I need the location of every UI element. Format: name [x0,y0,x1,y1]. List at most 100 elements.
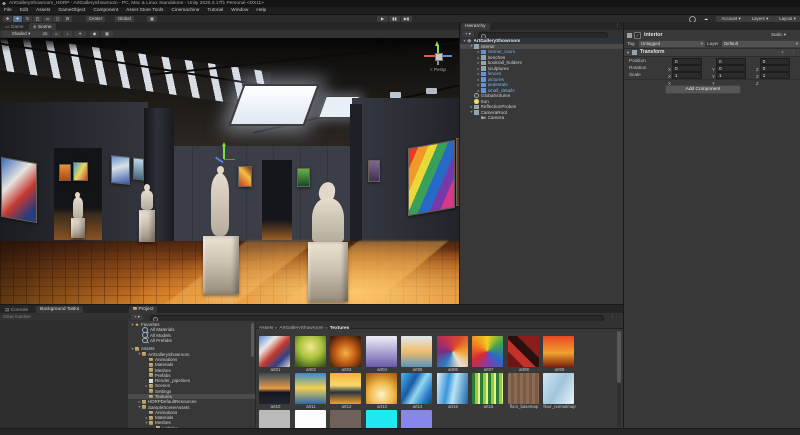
asset-thumbnail[interactable]: floor_normalmap [543,373,576,410]
clear-inactive-button[interactable]: Clear inactive [3,313,31,320]
object-name[interactable]: interior [644,32,663,38]
asset-thumbnail[interactable]: art12 [330,373,363,410]
asset-thumbnail[interactable]: art13 [366,373,399,410]
asset-thumbnail[interactable]: art15 [437,373,470,410]
scene-lighting-icon[interactable]: ☼ [52,31,61,37]
play-button[interactable]: ▶ [377,16,388,22]
asset-thumbnail[interactable] [295,410,328,428]
perspective-label[interactable]: < Persp [418,67,458,72]
ceiling-light[interactable] [426,88,437,94]
asset-thumbnail[interactable]: art07 [472,336,505,373]
layout-dropdown[interactable]: Layout ▾ [773,16,800,22]
hierarchy-menu-icon[interactable]: ⋮ [615,22,620,29]
asset-thumbnail[interactable] [366,410,399,428]
wall-painting[interactable] [368,160,380,182]
handle-space-toggle-button[interactable]: Global [115,16,134,22]
asset-thumbnail[interactable]: art11 [295,373,328,410]
menu-item[interactable]: GameObject [54,7,89,14]
custom-tool-icon[interactable]: ⚙ [63,16,72,22]
scene-grid-icon[interactable]: ▦ [101,31,113,37]
move-gizmo[interactable] [214,142,236,168]
wall-painting[interactable] [111,155,130,185]
menu-item[interactable]: Tutorial [203,7,227,14]
scale-y-field[interactable]: 1 [716,72,746,79]
rotation-z-field[interactable]: 0 [760,65,790,72]
asset-thumbnail[interactable]: art16 [472,373,505,410]
divider[interactable] [623,22,624,435]
menu-item[interactable]: Window [227,7,252,14]
menu-item[interactable]: Asset Store Tools [122,7,167,14]
layer-dropdown[interactable]: Default▾ [721,40,800,48]
wall-painting[interactable] [73,162,88,181]
transform-tool-icon[interactable]: ◻ [53,16,62,22]
wall-painting[interactable] [408,140,455,216]
skylight-main[interactable] [228,84,319,126]
view-orientation-gizmo[interactable]: < Persp [418,41,458,75]
divider[interactable] [459,22,460,305]
asset-thumbnail[interactable]: art09 [543,336,576,373]
2d-toggle-button[interactable]: 2D [40,31,50,37]
pivot-toggle-button[interactable]: Center [86,16,105,22]
layers-dropdown[interactable]: Layers ▾ [746,16,774,22]
asset-thumbnail[interactable]: art02 [295,336,328,373]
help-icon[interactable]: ? [781,49,784,56]
menu-item[interactable]: Edit [16,7,32,14]
x-axis-icon[interactable] [424,55,435,57]
scene-effects-icon[interactable]: ✦ [74,31,86,37]
scale-x-field[interactable]: 1 [672,72,702,79]
rect-tool-icon[interactable]: ▭ [43,16,52,22]
project-menu-icon[interactable]: ⋮ [610,313,615,320]
step-button[interactable]: ▶▮ [401,16,412,22]
wall-painting[interactable] [238,166,252,187]
sculpture-mid-left[interactable] [138,184,158,242]
rotate-tool-icon[interactable]: ↻ [23,16,32,22]
grid-scrollbar-thumb[interactable] [617,331,621,383]
menu-item[interactable]: File [0,7,16,14]
tab-scene[interactable]: ◈Scene [29,23,56,30]
sculpture-right-bust[interactable] [306,180,350,302]
scene-visibility-icon[interactable]: ◉ [90,31,99,37]
pause-button[interactable]: ▮▮ [389,16,400,22]
position-x-field[interactable]: 0 [672,58,702,65]
asset-thumbnail[interactable]: art08 [508,336,541,373]
tab-background-tasks[interactable]: Background Tasks [36,306,83,313]
position-y-field[interactable]: 0 [716,58,746,65]
menu-item[interactable]: Cinemachine [167,7,203,14]
rotation-x-field[interactable]: 0 [672,65,702,72]
asset-thumbnail[interactable]: floor_basemap [508,373,541,410]
transform-component-header[interactable]: ▼ Transform ? ⋮ [623,48,800,57]
account-dropdown[interactable]: Account ▾ [716,16,746,22]
component-foldout-arrow[interactable]: ▼ [626,49,630,56]
asset-thumbnail[interactable]: art04 [366,336,399,373]
asset-thumbnail[interactable]: art06 [437,336,470,373]
divider[interactable] [0,304,623,305]
asset-thumbnail[interactable]: art05 [401,336,434,373]
tab-game[interactable]: ▭Game [1,23,28,30]
move-tool-icon[interactable]: ✛ [13,16,22,22]
asset-thumbnail[interactable]: art03 [330,336,363,373]
asset-thumbnail[interactable] [330,410,363,428]
wall-painting[interactable] [59,164,71,181]
active-checkbox[interactable]: ✓ [634,32,641,39]
gizmo-center-cube[interactable] [435,53,443,61]
wall-painting[interactable] [1,157,37,223]
menu-item[interactable]: Assets [32,7,54,14]
asset-thumbnail[interactable]: art01 [259,336,292,373]
hierarchy-item[interactable]: Camera [460,115,623,121]
scene-viewport[interactable]: < Persp [0,38,460,305]
menu-item[interactable]: Help [252,7,270,14]
wall-painting[interactable] [133,157,144,180]
project-tree-item[interactable]: All Prefabs [128,338,255,343]
tab-hierarchy[interactable]: Hierarchy [461,23,490,30]
asset-thumbnail[interactable]: art10 [259,373,292,410]
component-menu-icon[interactable]: ⋮ [791,49,796,56]
add-component-button[interactable]: Add Component [665,85,741,94]
tree-scrollbar[interactable] [251,323,254,357]
doorway[interactable] [262,160,292,240]
menu-item[interactable]: Component [89,7,122,14]
rotation-y-field[interactable]: 0 [716,65,746,72]
hierarchy-add-button[interactable]: + ▾ [462,31,474,37]
asset-thumbnail[interactable] [259,410,292,428]
cloud-icon[interactable]: ☁ [700,16,712,22]
sculpture-center-statue[interactable] [202,166,240,294]
